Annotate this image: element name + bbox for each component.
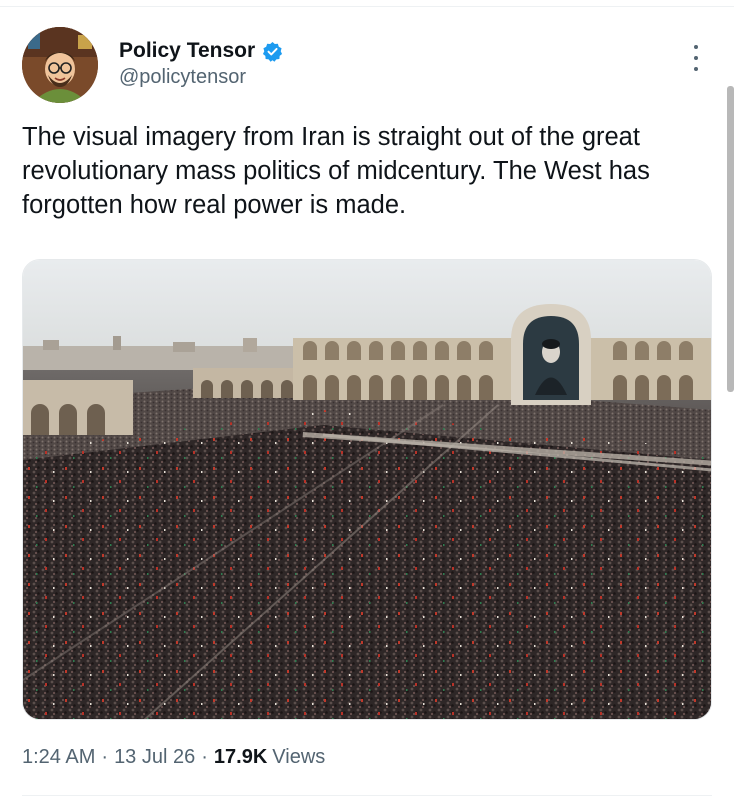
scrollbar[interactable] (727, 86, 734, 392)
author-handle[interactable]: @policytensor (119, 66, 246, 89)
tweet-text: The visual imagery from Iran is straight… (22, 123, 650, 219)
avatar[interactable] (22, 27, 98, 103)
tweet-time[interactable]: 1:24 AM (22, 746, 95, 769)
views-label: Views (272, 746, 326, 768)
verified-badge-icon[interactable] (262, 41, 283, 62)
avatar-image (22, 27, 98, 103)
author-name-row: Policy Tensor (119, 39, 283, 63)
meta-separator: · (101, 746, 109, 768)
tweet-meta: 1:24 AM · 13 Jul 26 · 17.9K Views (22, 746, 325, 769)
views-count: 17.9K (213, 746, 268, 768)
tweet-photo[interactable] (22, 259, 712, 720)
tweet-date[interactable]: 13 Jul 26 (114, 746, 195, 769)
bottom-divider (22, 795, 712, 796)
more-options-icon[interactable] (686, 42, 706, 74)
meta-separator-2: · (201, 746, 208, 768)
top-divider (0, 6, 734, 7)
author-display-name[interactable]: Policy Tensor (119, 39, 255, 63)
